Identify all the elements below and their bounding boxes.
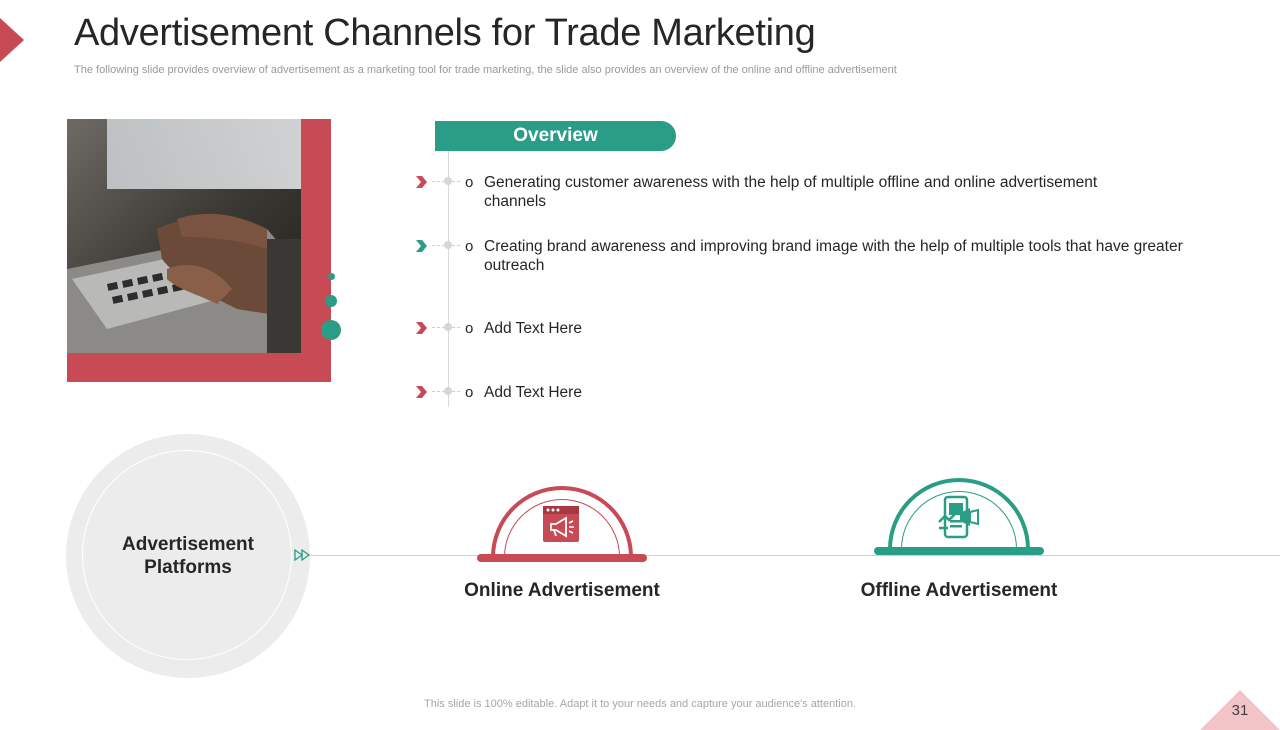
decor-dot-large bbox=[321, 320, 341, 340]
megaphone-browser-icon bbox=[543, 506, 579, 542]
offline-base-bar bbox=[874, 547, 1044, 555]
footer-note: This slide is 100% editable. Adapt it to… bbox=[424, 698, 856, 710]
slide-title: Advertisement Channels for Trade Marketi… bbox=[74, 12, 816, 54]
bullet-marker: o bbox=[465, 238, 474, 255]
page-number: 31 bbox=[1231, 702, 1249, 719]
overview-point-text: Add Text Here bbox=[484, 320, 582, 337]
timeline-dot bbox=[444, 323, 452, 331]
timeline-line bbox=[448, 151, 449, 407]
double-play-icon bbox=[294, 549, 311, 561]
chevron-right-icon bbox=[416, 240, 427, 252]
decor-dot-medium bbox=[325, 295, 337, 307]
billboard-megaphone-icon bbox=[938, 495, 979, 539]
chevron-right-icon bbox=[416, 386, 427, 398]
overview-heading: Overview bbox=[435, 121, 676, 151]
offline-advertisement-label: Offline Advertisement bbox=[860, 580, 1058, 601]
laptop-typing-photo bbox=[67, 119, 301, 353]
bullet-marker: o bbox=[465, 384, 474, 401]
online-advertisement-label: Online Advertisement bbox=[464, 580, 660, 601]
slide-subtitle: The following slide provides overview of… bbox=[74, 64, 897, 76]
timeline-dot bbox=[444, 177, 452, 185]
bullet-marker: o bbox=[465, 320, 474, 337]
decor-dot-small bbox=[328, 273, 335, 280]
chevron-right-icon bbox=[416, 176, 427, 188]
platforms-label: Advertisement Platforms bbox=[122, 534, 254, 578]
bullet-marker: o bbox=[465, 174, 474, 191]
timeline-dot bbox=[444, 387, 452, 395]
overview-point-text: Generating customer awareness with the h… bbox=[484, 174, 1098, 210]
overview-point-text: Creating brand awareness and improving b… bbox=[484, 238, 1183, 274]
corner-arrow-decoration bbox=[0, 18, 24, 62]
chevron-right-icon bbox=[416, 322, 427, 334]
online-base-bar bbox=[477, 554, 647, 562]
connector-line bbox=[310, 555, 1280, 556]
overview-point-text: Add Text Here bbox=[484, 384, 582, 401]
timeline-dot bbox=[444, 241, 452, 249]
